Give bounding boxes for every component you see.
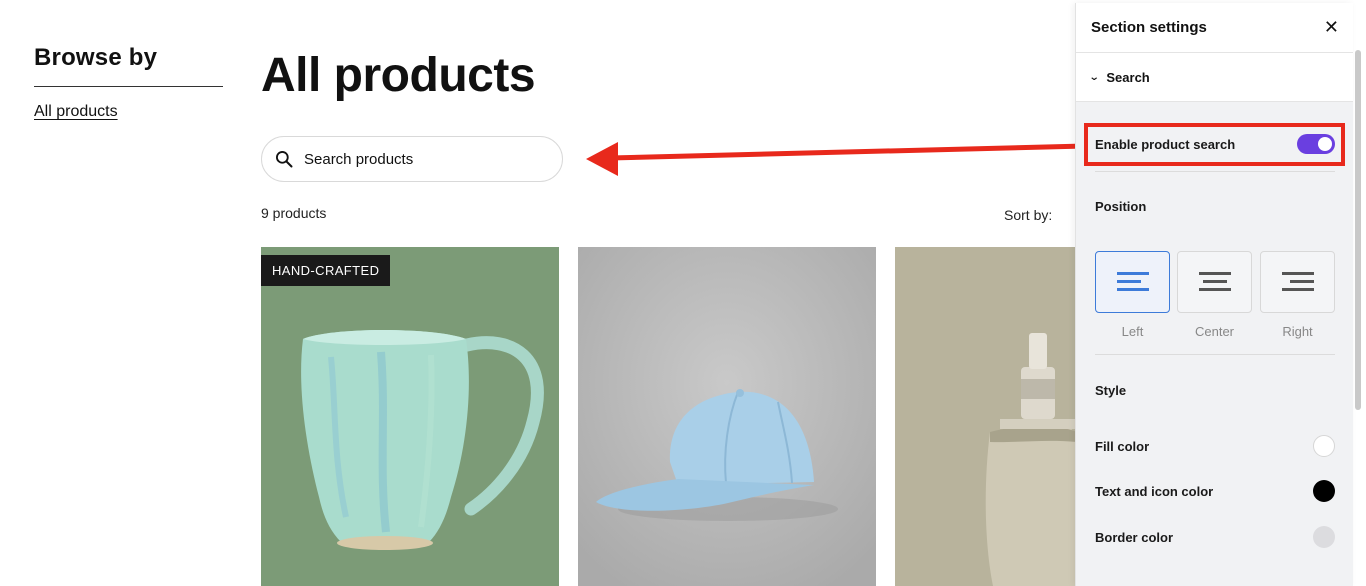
align-left-icon (1116, 272, 1149, 291)
fill-color-row: Fill color (1095, 435, 1335, 457)
sort-by-label[interactable]: Sort by: (1004, 207, 1052, 223)
bottle-image (895, 247, 1077, 586)
border-color-row: Border color (1095, 526, 1335, 548)
enable-search-label: Enable product search (1095, 137, 1236, 152)
all-products-link[interactable]: All products (34, 103, 118, 121)
position-right-label: Right (1282, 324, 1313, 339)
panel-header: Section settings ✕ (1076, 3, 1353, 53)
search-section-toggle[interactable]: ⌄ Search (1076, 53, 1353, 102)
section-label: Search (1106, 69, 1150, 85)
mug-image (301, 330, 544, 550)
enable-search-row: Enable product search (1095, 134, 1335, 154)
position-left-label: Left (1121, 324, 1144, 339)
position-heading: Position (1095, 199, 1147, 214)
enable-search-toggle[interactable] (1297, 134, 1335, 154)
divider (1095, 171, 1335, 172)
style-heading: Style (1095, 383, 1127, 398)
chevron-down-icon: ⌄ (1088, 71, 1100, 83)
divider (1095, 354, 1335, 355)
section-settings-panel: Section settings ✕ ⌄ Search Enable produ… (1075, 3, 1353, 586)
text-icon-color-swatch[interactable] (1313, 480, 1335, 502)
browse-by-sidebar: Browse by All products (34, 44, 223, 121)
text-icon-color-label: Text and icon color (1095, 484, 1214, 499)
border-color-swatch[interactable] (1313, 526, 1335, 548)
product-card-bottle[interactable] (895, 247, 1077, 586)
position-right-button[interactable] (1260, 251, 1335, 313)
search-icon (276, 151, 293, 168)
annotation-arrow (586, 142, 1086, 176)
border-color-label: Border color (1095, 530, 1174, 545)
product-card-mug[interactable]: HAND-CRAFTED (261, 247, 559, 586)
search-input[interactable] (304, 150, 534, 168)
panel-scrollbar[interactable] (1355, 50, 1361, 410)
fill-color-swatch[interactable] (1313, 435, 1335, 457)
position-left-button[interactable] (1095, 251, 1170, 313)
position-center-label: Center (1194, 324, 1235, 339)
product-card-cap[interactable] (578, 247, 876, 586)
close-icon[interactable]: ✕ (1324, 17, 1339, 38)
text-icon-color-row: Text and icon color (1095, 480, 1335, 502)
panel-title: Section settings (1091, 19, 1207, 36)
align-right-icon (1281, 272, 1314, 291)
product-count: 9 products (261, 205, 327, 221)
page-title: All products (261, 49, 536, 102)
browse-by-title: Browse by (34, 44, 223, 87)
position-center-button[interactable] (1177, 251, 1252, 313)
cap-image (578, 247, 876, 586)
align-center-icon (1198, 272, 1231, 291)
fill-color-label: Fill color (1095, 439, 1150, 454)
search-box[interactable] (261, 136, 563, 182)
hand-crafted-badge: HAND-CRAFTED (261, 255, 391, 286)
